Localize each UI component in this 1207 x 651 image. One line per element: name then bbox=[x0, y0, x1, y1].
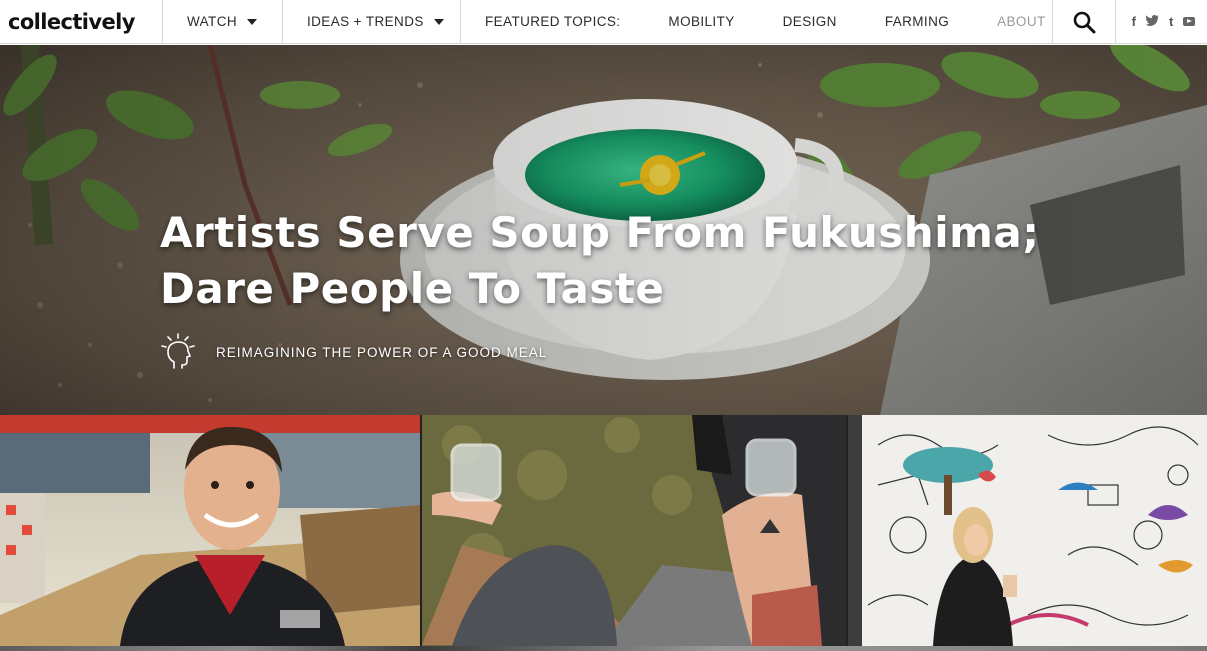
topic-about[interactable]: ABOUT bbox=[973, 0, 1052, 43]
site-logo[interactable]: collectively bbox=[0, 0, 163, 43]
youtube-icon[interactable] bbox=[1183, 17, 1196, 26]
portrait-photo bbox=[0, 415, 420, 646]
jars-photo bbox=[422, 415, 846, 646]
hero-category-tag[interactable]: REIMAGINING THE POWER OF A GOOD MEAL bbox=[160, 332, 547, 372]
ideas-trends-label: IDEAS + TRENDS bbox=[307, 14, 424, 29]
hero-title-line-1: Artists Serve Soup From Fukushima; bbox=[160, 208, 1040, 257]
thinking-head-icon bbox=[161, 333, 195, 369]
hero-title[interactable]: Artists Serve Soup From Fukushima; Dare … bbox=[160, 205, 1060, 317]
facebook-icon[interactable]: f bbox=[1132, 14, 1136, 29]
ideas-trends-menu[interactable]: IDEAS + TRENDS bbox=[283, 0, 461, 43]
next-row-preview bbox=[0, 646, 1207, 651]
tumblr-icon[interactable]: t bbox=[1169, 14, 1173, 29]
chevron-down-icon bbox=[247, 18, 257, 25]
thumbnail-portrait[interactable] bbox=[0, 415, 420, 646]
featured-topics-label: FEATURED TOPICS: bbox=[485, 14, 621, 29]
thumbnail-jars[interactable] bbox=[420, 415, 846, 646]
hero-feature[interactable]: Artists Serve Soup From Fukushima; Dare … bbox=[0, 45, 1207, 415]
thumbnail-mural[interactable] bbox=[846, 415, 1207, 646]
top-navigation: collectively WATCH IDEAS + TRENDS FEATUR… bbox=[0, 0, 1207, 44]
topic-mobility[interactable]: MOBILITY bbox=[644, 0, 758, 43]
social-links: f t bbox=[1116, 0, 1196, 43]
search-icon bbox=[1073, 11, 1096, 33]
hero-title-line-2: Dare People To Taste bbox=[160, 264, 665, 313]
hero-category-label: REIMAGINING THE POWER OF A GOOD MEAL bbox=[216, 344, 548, 360]
twitter-icon[interactable] bbox=[1145, 14, 1159, 29]
topic-design[interactable]: DESIGN bbox=[759, 0, 861, 43]
mural-photo bbox=[848, 415, 1207, 646]
watch-menu[interactable]: WATCH bbox=[163, 0, 283, 43]
article-thumbnails bbox=[0, 415, 1207, 651]
watch-label: WATCH bbox=[187, 14, 237, 29]
search-button[interactable] bbox=[1051, 0, 1116, 43]
chevron-down-icon bbox=[433, 18, 444, 25]
topic-farming[interactable]: FARMING bbox=[861, 0, 973, 43]
